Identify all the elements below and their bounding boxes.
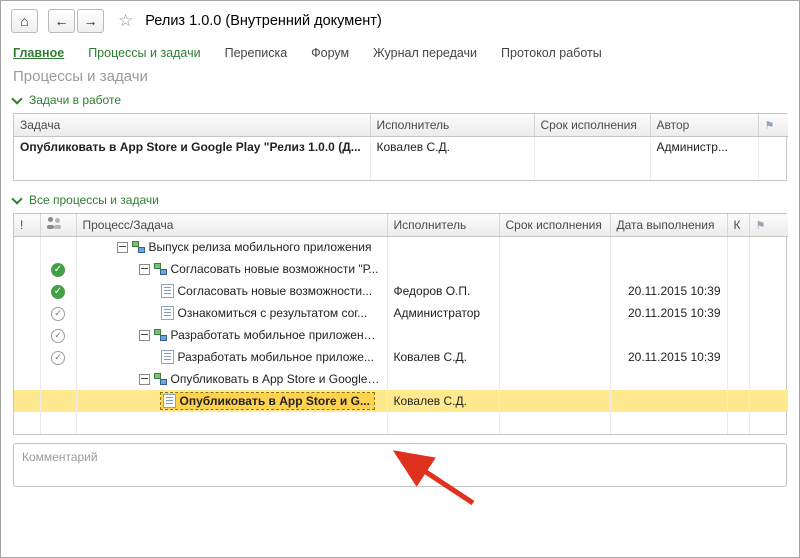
table-header-row: ! Процесс/Задача Исполнитель Срок исполн… (14, 214, 788, 236)
task-icon (161, 284, 174, 298)
col-done[interactable]: Дата выполнения (610, 214, 727, 236)
executor: Федоров О.П. (387, 280, 499, 302)
task-title: Разработать мобильное приложе... (178, 350, 374, 364)
chevron-down-icon (11, 93, 22, 104)
executor: Администратор (387, 302, 499, 324)
table-row[interactable]: ✓ Согласовать новые возможности... Федор… (14, 280, 788, 302)
task-icon (161, 350, 174, 364)
table-row[interactable]: Опубликовать в App Store и Google ... (14, 368, 788, 390)
empty-area (14, 158, 788, 180)
collapse-toggle-icon[interactable] (139, 374, 150, 385)
forward-button[interactable]: → (77, 9, 104, 33)
forward-arrow-icon: → (84, 13, 98, 29)
tab-perepiska[interactable]: Переписка (225, 46, 288, 60)
col-flag[interactable]: ⚑ (749, 214, 788, 236)
tab-protokol-raboty[interactable]: Протокол работы (501, 46, 602, 60)
tab-forum[interactable]: Форум (311, 46, 349, 60)
collapse-toggle-icon[interactable] (117, 242, 128, 253)
process-icon (132, 241, 145, 253)
col-executor[interactable]: Исполнитель (387, 214, 499, 236)
task-icon (163, 394, 176, 408)
form-tabs: Главное Процессы и задачи Переписка Фору… (1, 41, 799, 65)
col-k[interactable]: К (727, 214, 749, 236)
tab-glavnoe[interactable]: Главное (13, 46, 64, 60)
executor: Ковалев С.Д. (387, 390, 499, 412)
col-group[interactable] (40, 214, 76, 236)
table-row[interactable]: ✓ Согласовать новые возможности "Р... (14, 258, 788, 280)
process-title: Разработать мобильное приложение... (171, 328, 381, 342)
process-icon (154, 373, 167, 385)
done-date: 20.11.2015 10:39 (610, 346, 727, 368)
task-due (534, 136, 650, 158)
section-title: Задачи в работе (29, 93, 121, 107)
col-executor[interactable]: Исполнитель (370, 114, 534, 136)
section-all-processes[interactable]: Все процессы и задачи (1, 189, 799, 211)
collapse-toggle-icon[interactable] (139, 264, 150, 275)
col-importance[interactable]: ! (14, 214, 40, 236)
executor: Ковалев С.Д. (387, 346, 499, 368)
task-name: Опубликовать в App Store и Google Play "… (14, 136, 370, 158)
selected-cell: Опубликовать в App Store и G... (161, 393, 374, 409)
task-title: Ознакомиться с результатом сог... (178, 306, 368, 320)
back-arrow-icon: ← (55, 13, 69, 29)
favorite-star-icon[interactable]: ☆ (118, 11, 133, 31)
document-title: Релиз 1.0.0 (Внутренний документ) (145, 13, 382, 29)
task-title: Опубликовать в App Store и G... (180, 394, 370, 408)
table-row[interactable]: ✓ Разработать мобильное приложе... Ковал… (14, 346, 788, 368)
table-row[interactable]: ✓ Разработать мобильное приложение... (14, 324, 788, 346)
toolbar: ⌂ ← → ☆ Релиз 1.0.0 (Внутренний документ… (1, 1, 799, 41)
table-row[interactable]: Выпуск релиза мобильного приложения (14, 236, 788, 258)
task-flag (758, 136, 788, 158)
comment-input[interactable]: Комментарий (13, 443, 787, 487)
process-icon (154, 263, 167, 275)
col-due[interactable]: Срок исполнения (534, 114, 650, 136)
process-icon (154, 329, 167, 341)
status-pending-icon: ✓ (51, 329, 65, 343)
done-date: 20.11.2015 10:39 (610, 302, 727, 324)
chevron-down-icon (11, 193, 22, 204)
app-window: ⌂ ← → ☆ Релиз 1.0.0 (Внутренний документ… (0, 0, 800, 558)
task-title: Согласовать новые возможности... (178, 284, 373, 298)
tasks-in-progress-table: Задача Исполнитель Срок исполнения Автор… (13, 113, 787, 181)
col-flag[interactable]: ⚑ (758, 114, 788, 136)
section-title: Все процессы и задачи (29, 193, 159, 207)
home-icon: ⌂ (20, 13, 28, 29)
table-row[interactable]: Опубликовать в App Store и Google Play "… (14, 136, 788, 158)
status-done-icon: ✓ (51, 285, 65, 299)
home-button[interactable]: ⌂ (11, 9, 38, 33)
process-title: Выпуск релиза мобильного приложения (149, 240, 372, 254)
table-row-selected[interactable]: Опубликовать в App Store и G... Ковалев … (14, 390, 788, 412)
tab-processy-i-zadachi[interactable]: Процессы и задачи (88, 46, 200, 60)
flag-icon: ⚑ (756, 220, 766, 232)
tab-zhurnal-peredachi[interactable]: Журнал передачи (373, 46, 477, 60)
process-title: Согласовать новые возможности "Р... (171, 262, 379, 276)
task-executor: Ковалев С.Д. (370, 136, 534, 158)
task-icon (161, 306, 174, 320)
section-tasks-in-progress[interactable]: Задачи в работе (1, 89, 799, 111)
status-done-icon: ✓ (51, 263, 65, 277)
col-author[interactable]: Автор (650, 114, 758, 136)
nav-buttons: ← → (48, 9, 104, 33)
group-icon (47, 217, 61, 229)
col-process[interactable]: Процесс/Задача (76, 214, 387, 236)
process-title: Опубликовать в App Store и Google ... (171, 372, 381, 386)
collapse-toggle-icon[interactable] (139, 330, 150, 341)
status-pending-icon: ✓ (51, 307, 65, 321)
flag-icon: ⚑ (765, 120, 775, 132)
table-row[interactable]: ✓ Ознакомиться с результатом сог... Адми… (14, 302, 788, 324)
done-date: 20.11.2015 10:39 (610, 280, 727, 302)
table-header-row: Задача Исполнитель Срок исполнения Автор… (14, 114, 788, 136)
task-author: Администр... (650, 136, 758, 158)
empty-area (14, 412, 788, 434)
col-task[interactable]: Задача (14, 114, 370, 136)
page-title: Процессы и задачи (1, 65, 799, 89)
comment-placeholder: Комментарий (22, 450, 98, 464)
status-pending-icon: ✓ (51, 351, 65, 365)
back-button[interactable]: ← (48, 9, 75, 33)
all-processes-table: ! Процесс/Задача Исполнитель Срок исполн… (13, 213, 787, 435)
col-due[interactable]: Срок исполнения (499, 214, 610, 236)
